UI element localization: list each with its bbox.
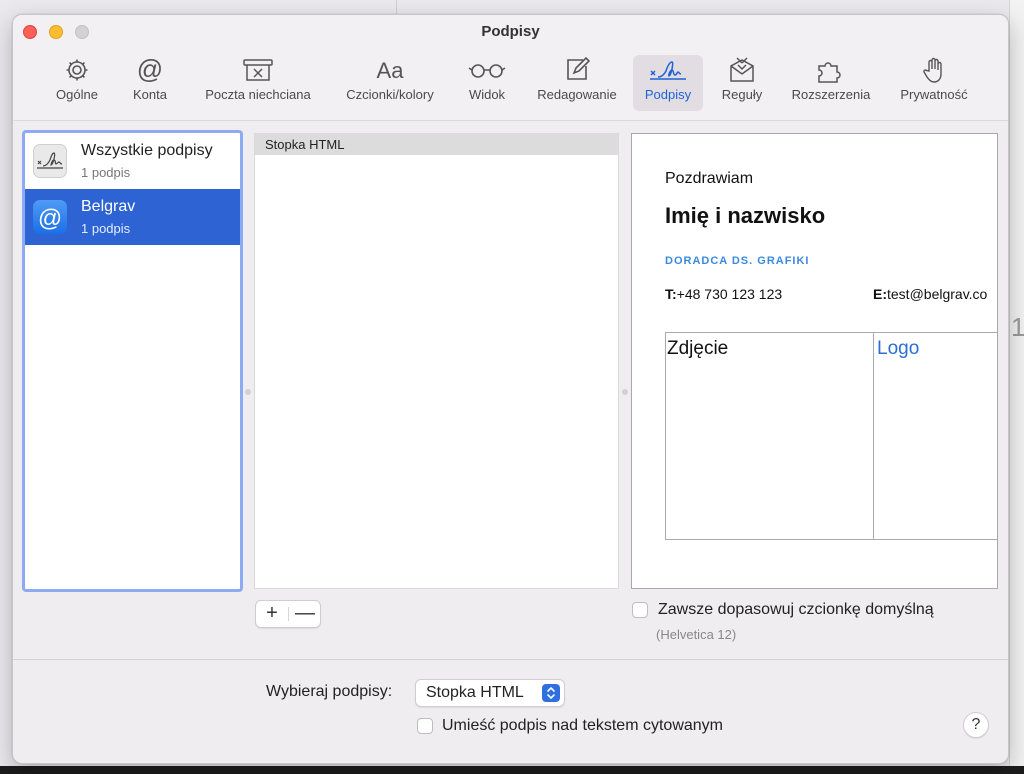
chevron-updown-icon (542, 684, 560, 702)
tab-label: Konta (133, 87, 167, 102)
background-text: 10 (1011, 312, 1024, 342)
puzzle-icon (811, 55, 851, 85)
above-quote-label: Umieść podpis nad tekstem cytowanym (442, 717, 723, 734)
splitter-handle[interactable] (245, 389, 251, 395)
select-value: Stopka HTML (426, 684, 524, 701)
phone-label: T: (665, 286, 677, 302)
tab-label: Poczta niechciana (205, 87, 311, 102)
help-button[interactable]: ? (963, 712, 989, 738)
tab-accounts[interactable]: @ Konta (123, 55, 177, 111)
choose-signature-label: Wybieraj podpisy: (266, 683, 393, 700)
tab-composing[interactable]: Redagowanie (527, 55, 627, 111)
choose-signature-select[interactable]: Stopka HTML (415, 679, 565, 707)
preview-role: DORADCA DS. GRAFIKI (665, 255, 810, 267)
photo-cell: Zdjęcie (666, 333, 874, 539)
tab-junk-mail[interactable]: Poczta niechciana (193, 55, 323, 111)
tab-label: Ogólne (56, 87, 98, 102)
tab-label: Widok (468, 87, 506, 102)
preview-email: E:test@belgrav.co (873, 286, 987, 302)
signature-icon (33, 144, 67, 178)
at-icon: @ (130, 55, 170, 85)
email-value: test@belgrav.co (887, 286, 988, 302)
remove-signature-button[interactable]: — (289, 601, 321, 627)
signature-icon (648, 55, 688, 85)
font-hint: (Helvetica 12) (656, 627, 737, 642)
signatures-list: Stopka HTML (254, 133, 619, 589)
photo-cell-text: Zdjęcie (667, 338, 729, 359)
preferences-window: Podpisy Ogólne @ Konta Poczta niechciana (12, 14, 1009, 764)
background-window: 10 (1009, 0, 1024, 774)
tab-privacy[interactable]: Prywatność (889, 55, 979, 111)
account-count: 1 podpis (81, 221, 131, 236)
dock-edge (0, 766, 1024, 774)
add-remove-buttons: + — (255, 600, 321, 628)
match-font-label: Zawsze dopasowuj czcionkę domyślną (658, 601, 934, 618)
signature-item[interactable]: Stopka HTML (255, 134, 618, 155)
gear-icon (57, 55, 97, 85)
tab-general[interactable]: Ogólne (49, 55, 105, 111)
account-item-belgrav[interactable]: @ Belgrav 1 podpis (25, 189, 240, 245)
svg-text:@: @ (137, 56, 163, 84)
titlebar: Podpisy Ogólne @ Konta Poczta niechciana (13, 15, 1008, 121)
preview-table: Zdjęcie Logo (665, 332, 997, 540)
signature-preview[interactable]: Pozdrawiam Imię i nazwisko DORADCA DS. G… (631, 133, 998, 589)
accounts-list: Wszystkie podpisy 1 podpis @ Belgrav 1 p… (22, 130, 243, 592)
at-icon: @ (33, 200, 67, 234)
compose-icon (557, 55, 597, 85)
svg-text:Aa: Aa (377, 58, 405, 83)
tab-label: Prywatność (900, 87, 968, 102)
logo-cell-text: Logo (877, 338, 920, 359)
tab-label: Rozszerzenia (791, 87, 871, 102)
fonts-icon: Aa (370, 55, 410, 85)
tab-fonts-colors[interactable]: Aa Czcionki/kolory (335, 55, 445, 111)
account-name: Wszystkie podpisy (81, 142, 213, 159)
tab-label: Podpisy (644, 87, 692, 102)
account-count: 1 podpis (81, 165, 131, 180)
match-font-checkbox[interactable] (632, 602, 648, 618)
account-item-all[interactable]: Wszystkie podpisy 1 podpis (25, 133, 240, 189)
splitter-handle[interactable] (622, 389, 628, 395)
desktop-divider (396, 0, 397, 14)
tab-label: Reguły (721, 87, 763, 102)
tab-signatures[interactable]: Podpisy (633, 55, 703, 111)
tab-extensions[interactable]: Rozszerzenia (783, 55, 879, 111)
hand-icon (914, 55, 954, 85)
account-name: Belgrav (81, 198, 136, 215)
preview-phone: T:+48 730 123 123 (665, 286, 782, 302)
rules-icon (722, 55, 762, 85)
preview-name: Imię i nazwisko (665, 203, 826, 228)
divider (13, 659, 1008, 660)
phone-value: +48 730 123 123 (676, 286, 783, 302)
above-quote-checkbox[interactable] (417, 718, 433, 734)
add-signature-button[interactable]: + (256, 601, 288, 627)
tab-rules[interactable]: Reguły (713, 55, 771, 111)
tab-label: Czcionki/kolory (346, 87, 434, 102)
tab-view[interactable]: Widok (461, 55, 513, 111)
preferences-toolbar: Ogólne @ Konta Poczta niechciana Aa Czci… (13, 55, 1008, 115)
glasses-icon (467, 55, 507, 85)
tab-label: Redagowanie (537, 87, 617, 102)
window-title: Podpisy (481, 23, 540, 40)
email-label: E: (873, 286, 887, 302)
junk-mail-icon (238, 55, 278, 85)
preview-greeting: Pozdrawiam (665, 170, 754, 187)
svg-text:@: @ (38, 205, 62, 232)
